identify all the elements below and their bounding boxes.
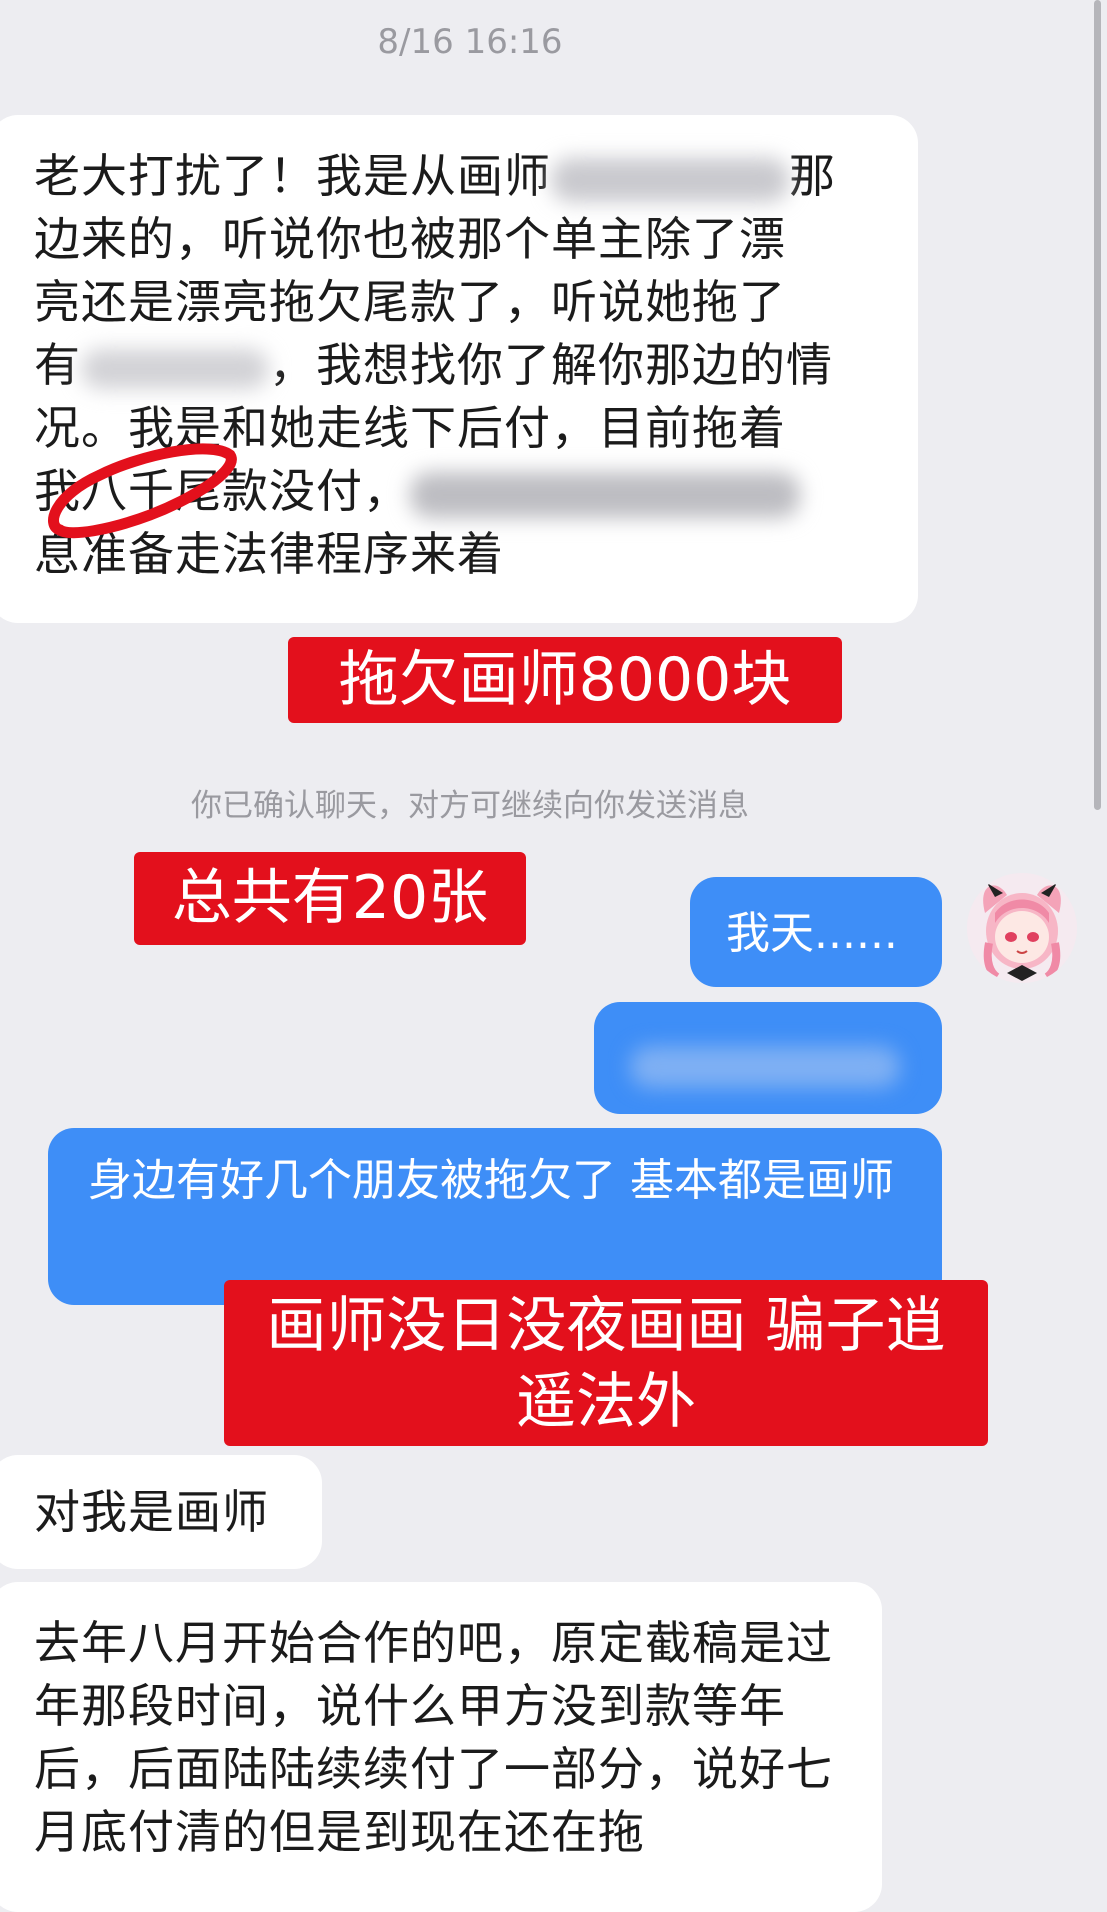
- scrollbar[interactable]: [1094, 0, 1101, 810]
- outgoing-message-bubble[interactable]: 身边有好几个朋友被拖欠了 基本都是画师: [48, 1128, 942, 1305]
- message-line: 亮还是漂亮拖欠尾款了，听说她拖了: [34, 275, 786, 329]
- annotation-label: 拖欠画师8000块: [288, 637, 842, 723]
- red-circle-annotation: [48, 443, 237, 539]
- redacted-blur: [410, 471, 800, 518]
- redacted-blur: [630, 1046, 900, 1088]
- avatar[interactable]: [967, 873, 1077, 983]
- outgoing-message-bubble-redacted[interactable]: [594, 1002, 942, 1114]
- message-text: 去年八月开始合作的吧，原定截稿是过年那段时间，说什么甲方没到款等年后，后面陆陆续…: [34, 1616, 833, 1859]
- message-text: 身边有好几个朋友被拖欠了 基本都是画师: [88, 1155, 894, 1206]
- message-line: 边来的，听说你也被那个单主除了漂: [34, 212, 786, 266]
- incoming-message-bubble[interactable]: 老大打扰了！我是从画师那 边来的，听说你也被那个单主除了漂 亮还是漂亮拖欠尾款了…: [0, 115, 918, 623]
- anime-girl-avatar-icon: [967, 873, 1077, 983]
- message-timestamp: 8/16 16:16: [377, 22, 563, 62]
- redacted-blur: [551, 157, 789, 202]
- message-text: 对我是画师: [34, 1485, 269, 1539]
- annotation-label: 总共有20张: [134, 852, 526, 945]
- annotation-label: 画师没日没夜画画 骗子逍遥法外: [224, 1280, 988, 1446]
- incoming-message-bubble[interactable]: 对我是画师: [0, 1455, 322, 1569]
- incoming-message-bubble[interactable]: 去年八月开始合作的吧，原定截稿是过年那段时间，说什么甲方没到款等年后，后面陆陆续…: [0, 1582, 882, 1912]
- system-note: 你已确认聊天，对方可继续向你发送消息: [191, 788, 749, 824]
- outgoing-message-bubble[interactable]: 我天......: [690, 877, 942, 987]
- redacted-blur: [81, 348, 269, 389]
- message-text: 我天......: [726, 908, 898, 959]
- message-line: 有，我想找你了解你那边的情: [34, 338, 833, 392]
- message-line: 老大打扰了！我是从画师那: [34, 149, 836, 203]
